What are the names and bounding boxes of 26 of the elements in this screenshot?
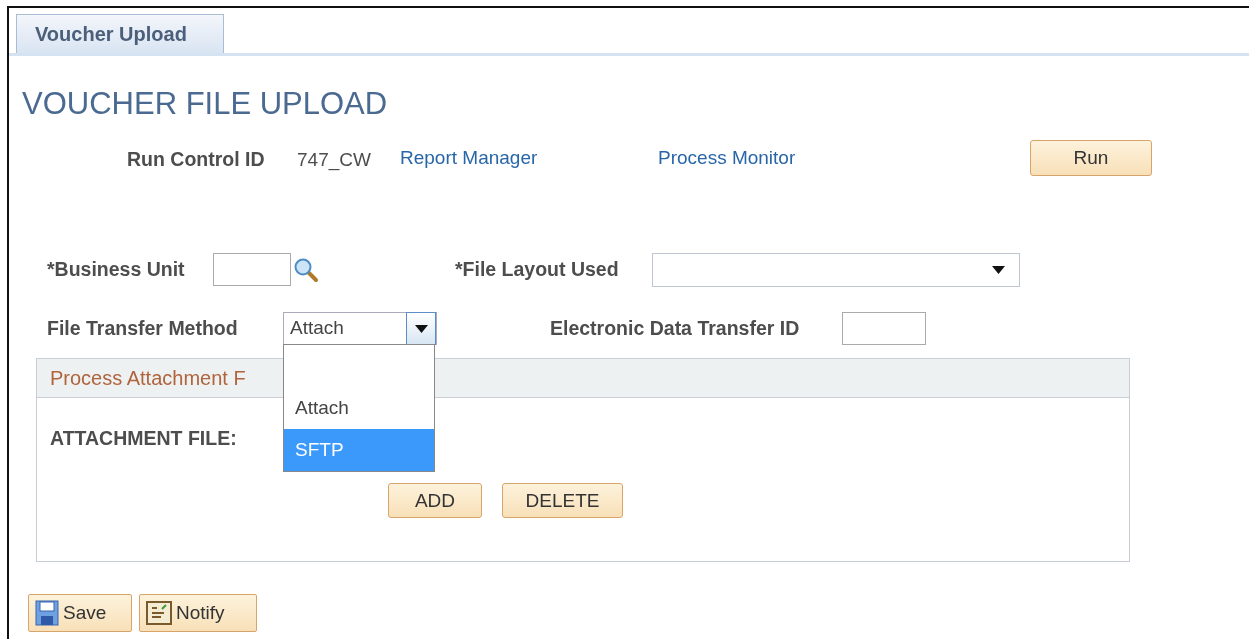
save-button[interactable]: Save bbox=[28, 594, 132, 632]
search-icon[interactable] bbox=[293, 256, 319, 283]
panel-title: Process Attachment F bbox=[50, 366, 246, 391]
link[interactable]: Process Monitor bbox=[658, 143, 796, 173]
caret-icon bbox=[414, 324, 428, 333]
run-button[interactable]: Run bbox=[1030, 140, 1152, 176]
input-field[interactable] bbox=[842, 312, 926, 345]
caret-icon bbox=[992, 265, 1005, 274]
field-label: *Business Unit bbox=[47, 256, 185, 282]
field-label: Run Control ID bbox=[127, 147, 265, 173]
field-label: ATTACHMENT FILE: bbox=[50, 426, 237, 451]
action-button[interactable]: ADD bbox=[388, 483, 482, 519]
input-field[interactable] bbox=[213, 253, 291, 286]
dropdown-button[interactable] bbox=[406, 312, 436, 345]
tab[interactable]: Voucher Upload bbox=[16, 14, 224, 53]
notify-button[interactable]: Notify bbox=[139, 594, 257, 632]
field-value: 747_CW bbox=[297, 147, 371, 173]
dropdown-field[interactable] bbox=[652, 252, 1020, 287]
field-label: *File Layout Used bbox=[455, 256, 619, 282]
note-icon bbox=[146, 601, 172, 625]
link[interactable]: Report Manager bbox=[400, 143, 538, 173]
page-title: VOUCHER FILE UPLOAD bbox=[22, 85, 389, 123]
action-button[interactable]: DELETE bbox=[502, 483, 623, 519]
dropdown-option[interactable]: Attach bbox=[284, 387, 434, 429]
field-label: Electronic Data Transfer ID bbox=[550, 315, 800, 341]
field-label: File Transfer Method bbox=[47, 315, 238, 341]
